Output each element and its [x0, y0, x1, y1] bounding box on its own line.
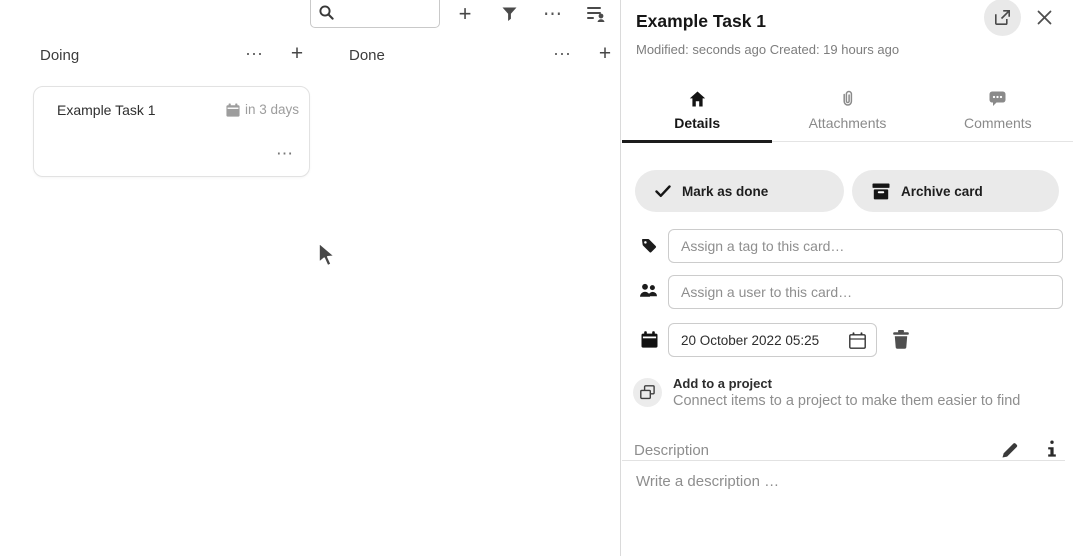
tab-comments-label: Comments — [964, 115, 1032, 131]
tab-attachments[interactable]: Attachments — [772, 85, 922, 141]
description-info-button[interactable] — [1046, 440, 1058, 458]
checkmark-icon — [655, 185, 671, 198]
column-doing-add-card-button[interactable]: + — [286, 42, 308, 66]
open-calendar-button[interactable] — [849, 332, 866, 349]
assign-tag-input[interactable] — [668, 229, 1063, 263]
archive-card-label: Archive card — [901, 184, 983, 199]
project-stack-icon — [640, 385, 655, 400]
panel-card-meta: Modified: seconds ago Created: 19 hours … — [636, 42, 899, 57]
search-input[interactable] — [339, 1, 435, 23]
card-actions: Mark as done Archive card — [635, 170, 1059, 212]
add-to-project-subtitle: Connect items to a project to make them … — [673, 393, 1020, 409]
description-editor[interactable]: Write a description … — [636, 473, 779, 490]
open-in-window-button[interactable] — [984, 0, 1021, 36]
calendar-icon — [226, 103, 240, 117]
trash-icon — [892, 330, 910, 349]
panel-tabbar: Details Attachments Comments — [622, 85, 1073, 142]
search-icon — [319, 5, 334, 20]
paperclip-icon — [841, 90, 854, 107]
tab-details-label: Details — [674, 115, 720, 131]
task-card[interactable]: Example Task 1 in 3 days ⋯ — [33, 86, 310, 177]
search-box[interactable] — [310, 0, 440, 28]
due-date-field[interactable]: 20 October 2022 05:25 — [668, 323, 877, 357]
close-panel-button[interactable] — [1037, 10, 1052, 25]
kanban-board: + ⋯ Doing ⋯ + Example Task 1 — [0, 0, 620, 556]
add-to-project-title[interactable]: Add to a project — [673, 376, 772, 391]
due-date-value: 20 October 2022 05:25 — [681, 333, 849, 348]
assignee-filter-button[interactable] — [584, 0, 608, 28]
mark-as-done-label: Mark as done — [682, 184, 768, 199]
add-to-project-button[interactable] — [633, 378, 662, 407]
card-details-panel: Example Task 1 Modified: seconds ago Cre… — [622, 0, 1073, 556]
filter-funnel-icon — [502, 7, 517, 22]
filter-button[interactable] — [498, 0, 520, 28]
home-icon — [689, 90, 706, 107]
card-menu-button[interactable]: ⋯ — [276, 144, 293, 164]
due-date-icon — [641, 331, 658, 353]
column-title-done: Done — [349, 47, 385, 64]
tag-icon — [641, 238, 657, 259]
users-icon — [639, 283, 659, 304]
app-window: + ⋯ Doing ⋯ + Example Task 1 — [0, 0, 1073, 556]
tab-attachments-label: Attachments — [809, 115, 887, 131]
panel-card-title: Example Task 1 — [636, 11, 766, 32]
column-title-doing: Doing — [40, 47, 79, 64]
card-due-date: in 3 days — [226, 102, 299, 117]
calendar-outline-icon — [849, 332, 866, 349]
edit-description-button[interactable] — [1002, 442, 1017, 457]
panel-divider — [620, 0, 621, 556]
card-due-label: in 3 days — [245, 102, 299, 117]
pencil-icon — [1002, 442, 1018, 458]
tab-comments[interactable]: Comments — [923, 85, 1073, 141]
tab-details[interactable]: Details — [622, 85, 772, 141]
column-done-add-card-button[interactable]: + — [594, 42, 616, 66]
column-done-menu-button[interactable]: ⋯ — [551, 44, 573, 65]
remove-due-date-button[interactable] — [892, 330, 910, 349]
column-doing-menu-button[interactable]: ⋯ — [243, 44, 265, 65]
info-icon — [1046, 440, 1058, 458]
comment-icon — [989, 90, 1006, 107]
card-title: Example Task 1 — [57, 102, 156, 118]
close-icon — [1037, 10, 1052, 25]
description-label: Description — [634, 442, 709, 459]
board-add-list-button[interactable]: + — [452, 0, 478, 28]
board-menu-button[interactable]: ⋯ — [540, 0, 566, 28]
list-person-icon — [587, 6, 606, 22]
description-divider — [622, 460, 1065, 461]
assign-user-input[interactable] — [668, 275, 1063, 309]
external-link-icon — [995, 10, 1010, 25]
archive-box-icon — [872, 183, 890, 200]
description-header: Description — [634, 440, 1061, 461]
mark-as-done-button[interactable]: Mark as done — [635, 170, 844, 212]
archive-card-button[interactable]: Archive card — [852, 170, 1059, 212]
